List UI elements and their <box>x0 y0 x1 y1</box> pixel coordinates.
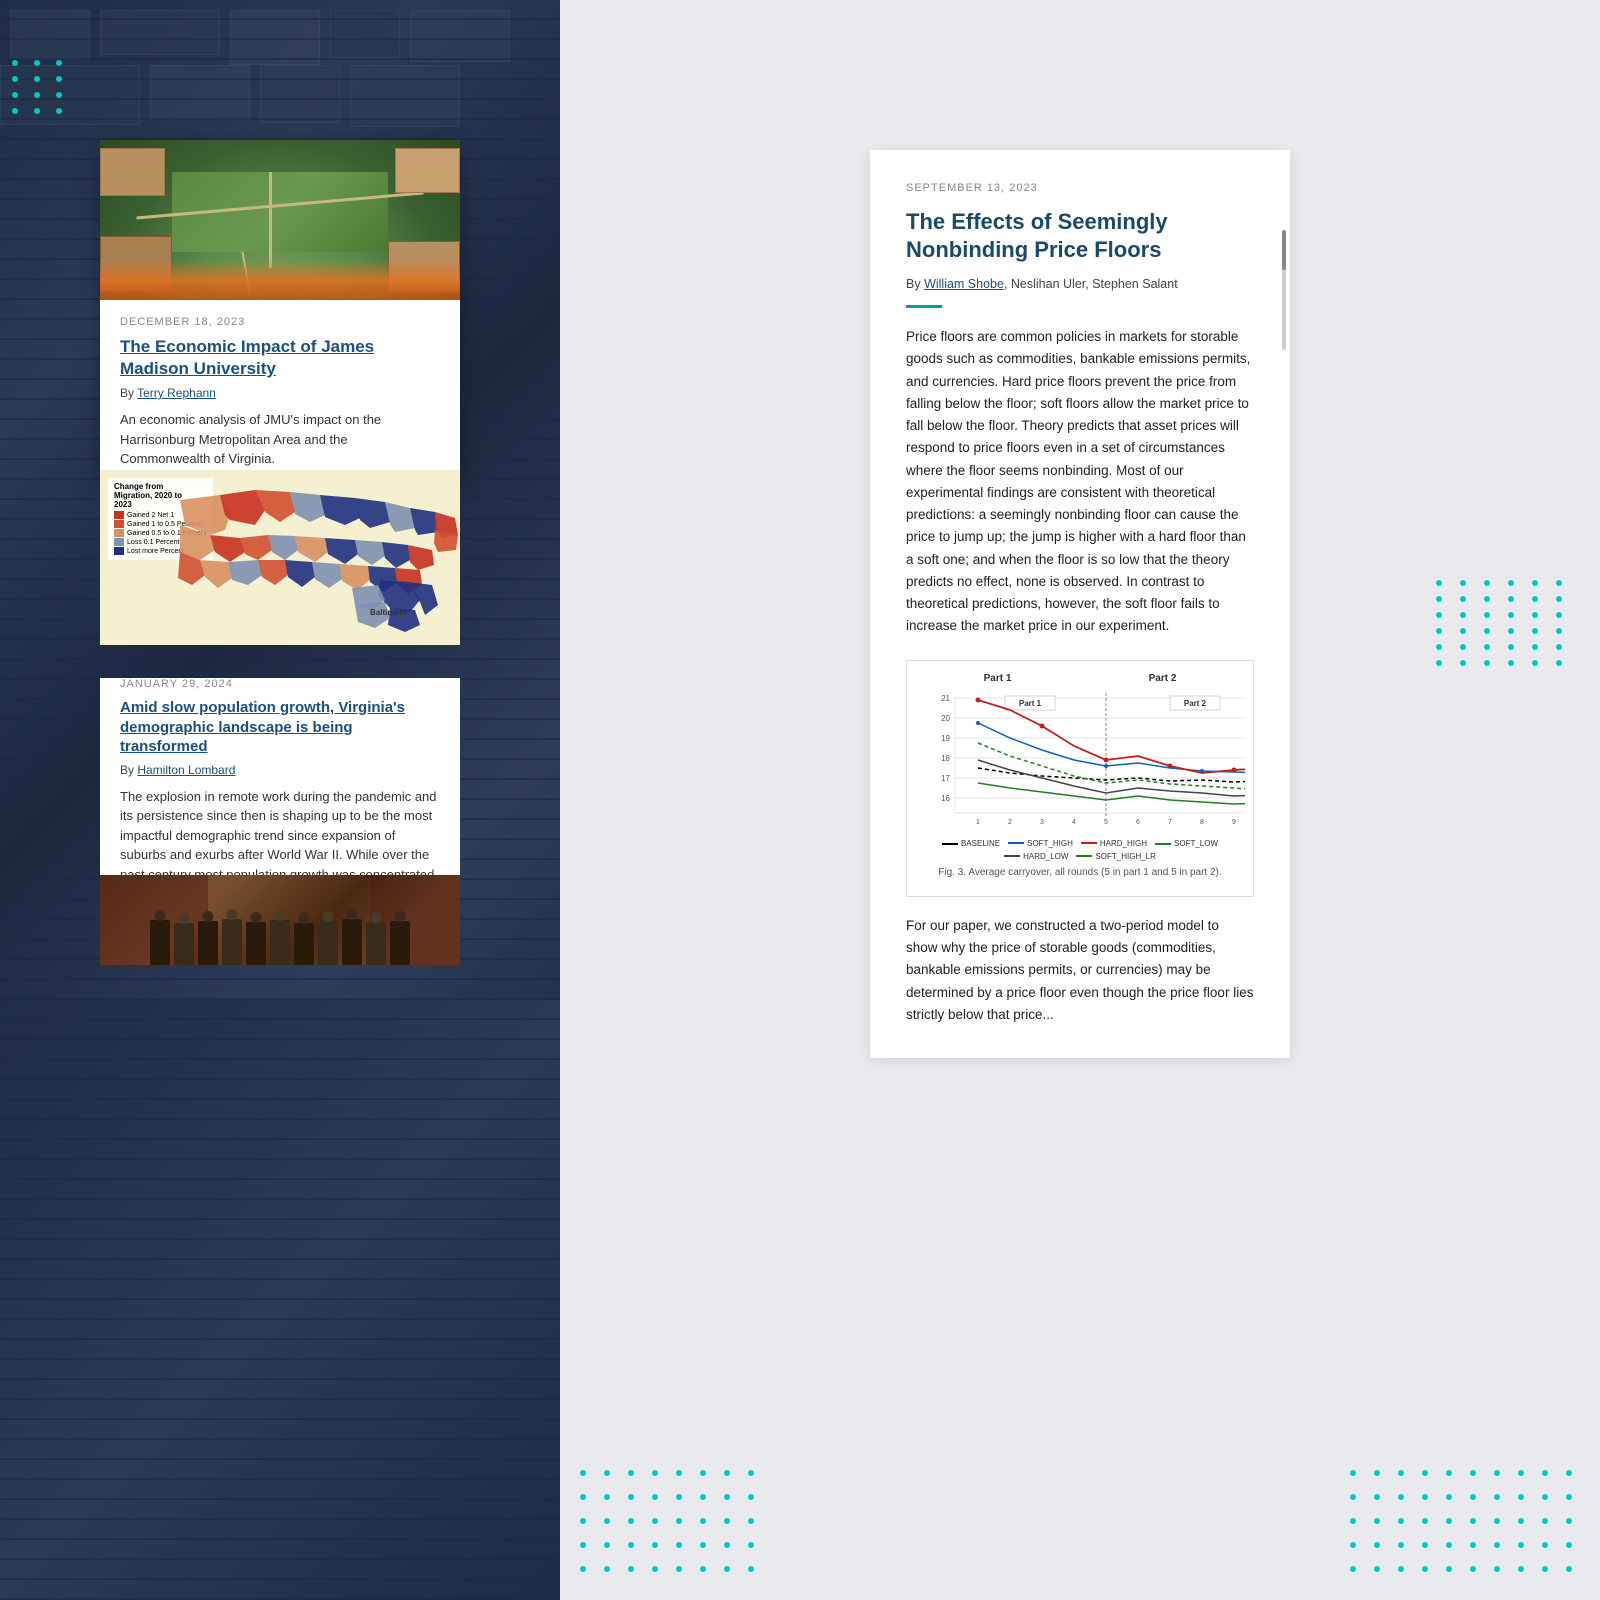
legend-hard-low-label: HARD_LOW <box>1023 852 1068 861</box>
legend-hard-high-label: HARD_HIGH <box>1100 839 1147 848</box>
svg-text:Part 2: Part 2 <box>1184 699 1207 708</box>
dots-right-decoration <box>1436 580 1570 666</box>
article-1-excerpt: An economic analysis of JMU's impact on … <box>120 410 440 469</box>
legend-soft-high: SOFT_HIGH <box>1008 839 1073 848</box>
article-2-author: By Hamilton Lombard <box>120 763 440 777</box>
article-by-label: By <box>906 277 924 291</box>
chart-part-labels: Part 1 Part 2 <box>915 673 1245 684</box>
svg-text:17: 17 <box>941 774 950 783</box>
virginia-map-image: Change fromMigration, 2020 to2023 Gained… <box>100 470 460 645</box>
article-body-2: For our paper, we constructed a two-peri… <box>906 915 1254 1026</box>
right-panel: SEPTEMBER 13, 2023 The Effects of Seemin… <box>560 0 1600 1600</box>
scrollbar[interactable] <box>1282 230 1286 350</box>
chart-svg-wrapper: 21 20 19 18 17 16 1 2 3 4 5 6 7 8 9 10 <box>915 688 1245 833</box>
chart-caption: Fig. 3. Average carryover, all rounds (5… <box>915 867 1245 878</box>
article-body-1: Price floors are common policies in mark… <box>906 326 1254 638</box>
legend-hard-high: HARD_HIGH <box>1081 839 1147 848</box>
article-1-date: DECEMBER 18, 2023 <box>120 316 440 328</box>
svg-text:Baltimore: Baltimore <box>370 608 407 617</box>
dots-bottom-left <box>580 1470 762 1580</box>
chart-part1-label: Part 1 <box>915 673 1080 684</box>
line-chart-svg: 21 20 19 18 17 16 1 2 3 4 5 6 7 8 9 10 <box>915 688 1245 828</box>
svg-text:2: 2 <box>1008 819 1012 826</box>
article-2-date: JANUARY 29, 2024 <box>120 678 440 690</box>
legend-soft-high-label: SOFT_HIGH <box>1027 839 1073 848</box>
article-card-1-content: DECEMBER 18, 2023 The Economic Impact of… <box>100 300 460 485</box>
svg-text:3: 3 <box>1040 819 1044 826</box>
article-detail-date: SEPTEMBER 13, 2023 <box>906 182 1254 194</box>
article-card-2-content: JANUARY 29, 2024 Amid slow population gr… <box>100 678 460 904</box>
dots-decoration-left <box>12 60 68 114</box>
article-detail-authors: By William Shobe, Neslihan Uler, Stephen… <box>906 277 1254 291</box>
chart-container: Part 1 Part 2 21 20 19 <box>906 660 1254 897</box>
svg-text:21: 21 <box>941 694 950 703</box>
dots-bottom-right <box>1350 1470 1580 1580</box>
legend-hard-low: HARD_LOW <box>1004 852 1068 861</box>
article-1-author-link[interactable]: Terry Rephann <box>137 386 216 400</box>
svg-text:19: 19 <box>941 734 950 743</box>
article-divider <box>906 305 942 308</box>
legend-baseline-label: BASELINE <box>961 839 1000 848</box>
svg-text:7: 7 <box>1168 819 1172 826</box>
legend-soft-high-lr-label: SOFT_HIGH_LR <box>1095 852 1155 861</box>
svg-text:9: 9 <box>1232 819 1236 826</box>
svg-text:18: 18 <box>941 754 950 763</box>
legend-soft-low: SOFT_LOW <box>1155 839 1218 848</box>
svg-text:6: 6 <box>1136 819 1140 826</box>
group-photo <box>100 875 460 965</box>
article-1-author: By Terry Rephann <box>120 386 440 400</box>
article-card-3 <box>100 875 460 965</box>
article-author-rest: , Neslihan Uler, Stephen Salant <box>1004 277 1178 291</box>
svg-text:5: 5 <box>1104 819 1108 826</box>
article-detail-card: SEPTEMBER 13, 2023 The Effects of Seemin… <box>870 150 1290 1058</box>
svg-text:1: 1 <box>976 819 980 826</box>
svg-text:Part 1: Part 1 <box>1019 699 1042 708</box>
legend-baseline: BASELINE <box>942 839 1000 848</box>
map-card: Change fromMigration, 2020 to2023 Gained… <box>100 470 460 645</box>
chart-part2-label: Part 2 <box>1080 673 1245 684</box>
article-detail-title: The Effects of Seemingly Nonbinding Pric… <box>906 208 1254 263</box>
legend-soft-high-lr: SOFT_HIGH_LR <box>1076 852 1155 861</box>
article-hero-image <box>100 140 460 300</box>
scrollbar-thumb[interactable] <box>1282 230 1286 270</box>
legend-soft-low-label: SOFT_LOW <box>1174 839 1218 848</box>
svg-text:20: 20 <box>941 714 950 723</box>
article-author-link[interactable]: William Shobe <box>924 277 1004 291</box>
svg-text:4: 4 <box>1072 819 1076 826</box>
svg-text:16: 16 <box>941 794 950 803</box>
svg-text:8: 8 <box>1200 819 1204 826</box>
chart-legend: BASELINE SOFT_HIGH HARD_HIGH SOFT_LOW HA… <box>915 839 1245 861</box>
map-svg: Baltimore <box>100 470 460 645</box>
article-1-title[interactable]: The Economic Impact of James Madison Uni… <box>120 336 440 380</box>
article-2-title[interactable]: Amid slow population growth, Virginia's … <box>120 698 440 757</box>
article-card-1: DECEMBER 18, 2023 The Economic Impact of… <box>100 140 460 485</box>
article-2-author-link[interactable]: Hamilton Lombard <box>137 763 235 777</box>
